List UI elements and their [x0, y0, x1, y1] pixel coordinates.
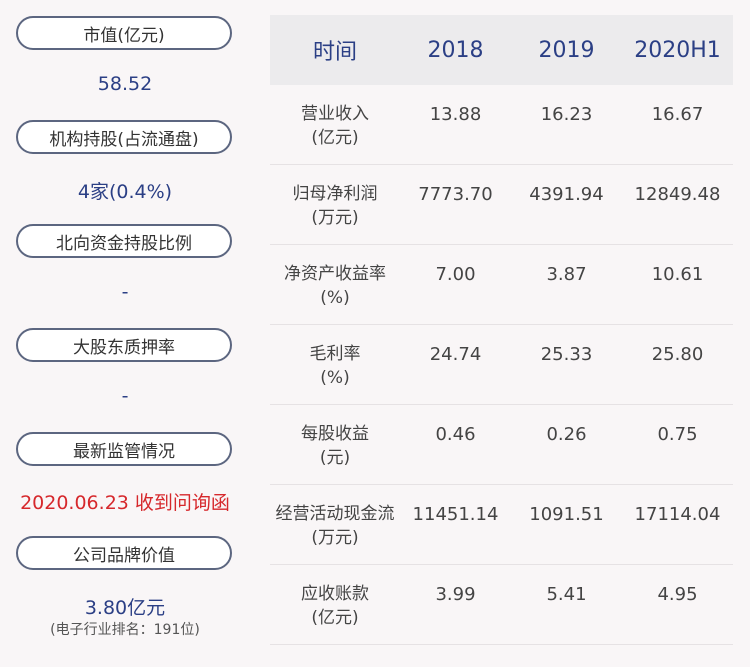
regulatory-status-label: 最新监管情况	[16, 432, 232, 466]
header-period: 时间	[312, 40, 357, 65]
cell-value: 12849.48	[634, 184, 721, 205]
row-label: 经营活动现金流 (万元)	[275, 504, 395, 548]
northbound-ratio-value: -	[121, 281, 129, 303]
brand-rank-note: (电子行业排名：191位)	[50, 622, 200, 638]
brand-value-value: 3.80亿元	[84, 597, 166, 619]
cell-value: 16.23	[540, 104, 593, 125]
row-label: 毛利率 (%)	[309, 344, 361, 388]
cell-value: 4.95	[657, 584, 698, 605]
left-panel: 市值(亿元) 58.52 机构持股(占流通盘) 4家(0.4%) 北向资金持股比…	[0, 0, 250, 667]
table-row: 净资产收益率 (%) 7.00 3.87 10.61	[270, 245, 733, 325]
cell-value: 24.74	[429, 344, 482, 365]
institution-holding-value: 4家(0.4%)	[77, 181, 173, 203]
row-label: 净资产收益率 (%)	[284, 264, 386, 308]
brand-value-label: 公司品牌价值	[16, 536, 232, 570]
cell-value: 10.61	[651, 264, 704, 285]
table-row: 营业收入 (亿元) 13.88 16.23 16.67	[270, 85, 733, 165]
table-row: 归母净利润 (万元) 7773.70 4391.94 12849.48	[270, 165, 733, 245]
cell-value: 3.99	[435, 584, 476, 605]
row-label: 应收账款 (亿元)	[301, 584, 369, 628]
cell-value: 0.26	[546, 424, 587, 445]
cell-value: 16.67	[651, 104, 704, 125]
cell-value: 7.00	[435, 264, 476, 285]
row-label: 归母净利润 (万元)	[292, 184, 378, 228]
pledge-ratio-label: 大股东质押率	[16, 328, 232, 362]
cell-value: 25.33	[540, 344, 593, 365]
cell-value: 5.41	[546, 584, 587, 605]
market-cap-label: 市值(亿元)	[16, 16, 232, 50]
institution-holding-label: 机构持股(占流通盘)	[16, 120, 232, 154]
cell-value: 1091.51	[529, 504, 604, 525]
table-row: 每股收益 (元) 0.46 0.26 0.75	[270, 405, 733, 485]
cell-value: 17114.04	[634, 504, 721, 525]
cell-value: 11451.14	[412, 504, 499, 525]
table-header: 时间 2018 2019 2020H1	[270, 15, 733, 85]
cell-value: 4391.94	[529, 184, 604, 205]
row-label: 营业收入 (亿元)	[301, 104, 369, 148]
table-row: 经营活动现金流 (万元) 11451.14 1091.51 17114.04	[270, 485, 733, 565]
financial-table: 时间 2018 2019 2020H1 营业收入 (亿元) 13.88 16.23…	[270, 15, 733, 645]
cell-value: 0.46	[435, 424, 476, 445]
table-row: 毛利率 (%) 24.74 25.33 25.80	[270, 325, 733, 405]
cell-value: 13.88	[429, 104, 482, 125]
header-2018: 2018	[427, 37, 484, 63]
northbound-ratio-label: 北向资金持股比例	[16, 224, 232, 258]
header-2020h1: 2020H1	[634, 37, 721, 63]
table-row: 应收账款 (亿元) 3.99 5.41 4.95	[270, 565, 733, 645]
cell-value: 3.87	[546, 264, 587, 285]
market-cap-value: 58.52	[97, 73, 153, 95]
regulatory-status-value: 2020.06.23 收到问询函	[20, 492, 230, 514]
header-2019: 2019	[538, 37, 595, 63]
pledge-ratio-value: -	[121, 385, 129, 407]
row-label: 每股收益 (元)	[301, 424, 369, 468]
cell-value: 25.80	[651, 344, 704, 365]
cell-value: 7773.70	[418, 184, 493, 205]
cell-value: 0.75	[657, 424, 698, 445]
